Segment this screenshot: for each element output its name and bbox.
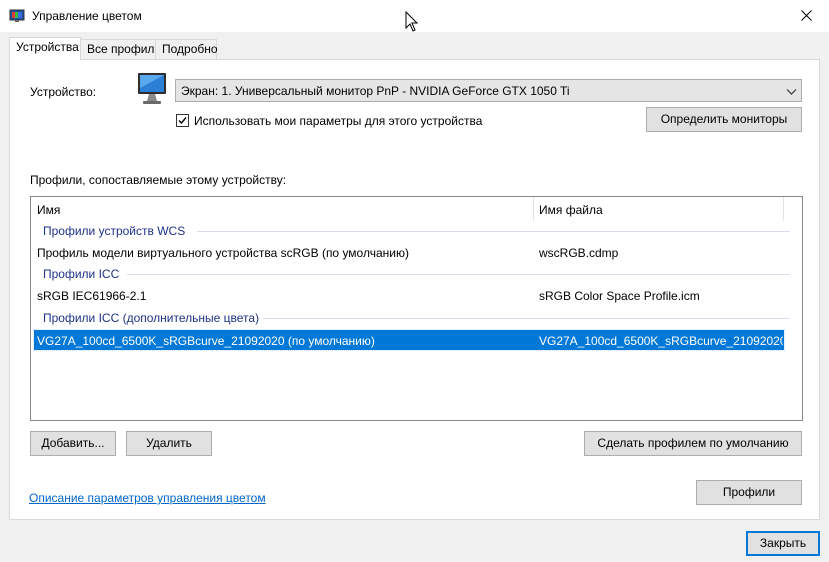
identify-monitors-button[interactable]: Определить мониторы bbox=[646, 107, 802, 132]
close-button[interactable]: Закрыть bbox=[746, 531, 820, 556]
list-item[interactable]: sRGB IEC61966-2.1 sRGB Color Space Profi… bbox=[31, 285, 802, 305]
list-header: Имя Имя файла bbox=[31, 197, 802, 223]
group-title: Профили ICC (дополнительные цвета) bbox=[43, 311, 260, 325]
profile-file: sRGB Color Space Profile.icm bbox=[539, 289, 700, 303]
profiles-section-label: Профили, сопоставляемые этому устройству… bbox=[30, 173, 287, 187]
group-divider bbox=[127, 274, 790, 275]
color-settings-description-link[interactable]: Описание параметров управления цветом bbox=[29, 491, 266, 505]
tab-all-profiles[interactable]: Все профили bbox=[80, 39, 161, 59]
group-divider bbox=[263, 318, 790, 319]
color-management-icon bbox=[9, 9, 25, 22]
profile-file: VG27A_100cd_6500K_sRGBcurve_21092020.i..… bbox=[539, 334, 783, 348]
close-icon bbox=[800, 10, 812, 21]
monitor-icon bbox=[138, 73, 166, 104]
profile-name: sRGB IEC61966-2.1 bbox=[37, 289, 147, 303]
close-window-button[interactable] bbox=[783, 0, 829, 31]
add-profile-button[interactable]: Добавить... bbox=[30, 431, 116, 456]
profile-name: Профиль модели виртуального устройства s… bbox=[37, 246, 409, 260]
group-header-icc-advanced: Профили ICC (дополнительные цвета) bbox=[31, 308, 802, 328]
chevron-down-icon bbox=[786, 89, 797, 95]
column-header-name[interactable]: Имя bbox=[37, 203, 60, 217]
profile-file: wscRGB.cdmp bbox=[539, 246, 619, 260]
tab-advanced[interactable]: Подробно bbox=[155, 39, 218, 59]
profile-name: VG27A_100cd_6500K_sRGBcurve_21092020 (по… bbox=[37, 334, 375, 348]
device-label: Устройство: bbox=[30, 85, 97, 99]
group-header-icc: Профили ICC bbox=[31, 264, 802, 284]
column-separator bbox=[783, 197, 784, 221]
group-divider bbox=[197, 231, 790, 232]
list-item-selected[interactable]: VG27A_100cd_6500K_sRGBcurve_21092020 (по… bbox=[33, 329, 785, 351]
window-title: Управление цветом bbox=[32, 9, 142, 23]
remove-profile-button[interactable]: Удалить bbox=[126, 431, 212, 456]
profiles-list[interactable]: Имя Имя файла Профили устройств WCS Проф… bbox=[30, 196, 803, 421]
checkmark-icon bbox=[178, 117, 187, 125]
group-title: Профили ICC bbox=[43, 267, 120, 281]
list-item[interactable]: Профиль модели виртуального устройства s… bbox=[31, 242, 802, 262]
use-settings-checkbox[interactable] bbox=[176, 114, 189, 127]
mouse-cursor-icon bbox=[405, 11, 419, 32]
column-separator bbox=[533, 197, 534, 221]
use-settings-label[interactable]: Использовать мои параметры для этого уст… bbox=[194, 114, 482, 128]
group-title: Профили устройств WCS bbox=[43, 224, 186, 238]
group-header-wcs: Профили устройств WCS bbox=[31, 221, 802, 241]
tab-devices[interactable]: Устройства bbox=[9, 37, 81, 60]
column-header-filename[interactable]: Имя файла bbox=[539, 203, 603, 217]
profiles-button[interactable]: Профили bbox=[696, 480, 802, 505]
device-selected-value: Экран: 1. Универсальный монитор PnP - NV… bbox=[181, 84, 570, 98]
set-default-profile-button[interactable]: Сделать профилем по умолчанию bbox=[584, 431, 802, 456]
device-dropdown[interactable]: Экран: 1. Универсальный монитор PnP - NV… bbox=[175, 79, 802, 102]
